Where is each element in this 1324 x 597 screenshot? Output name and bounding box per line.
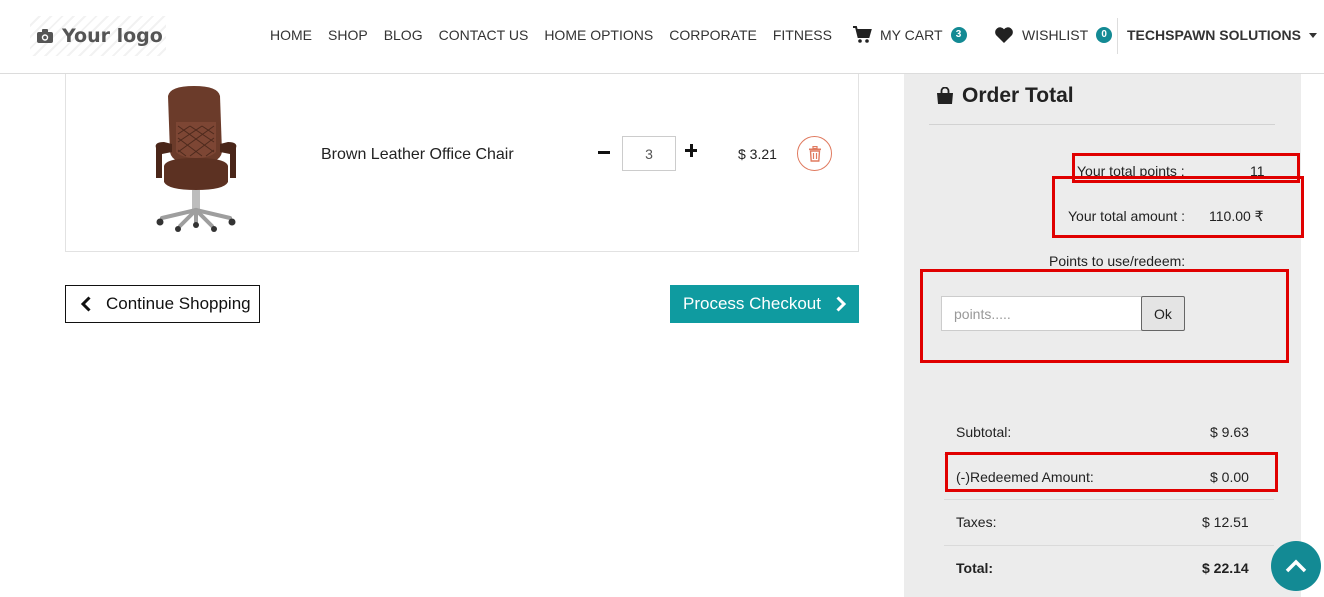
product-name[interactable]: Brown Leather Office Chair: [321, 146, 514, 164]
logo-text: Your logo: [62, 25, 163, 47]
order-total-title: Order Total: [962, 84, 1074, 107]
product-image[interactable]: [150, 82, 242, 232]
nav-item-fitness[interactable]: FITNESS: [773, 27, 832, 43]
title-divider: [929, 124, 1275, 125]
header-divider: [1117, 18, 1118, 54]
nav-item-home-options[interactable]: HOME OPTIONS: [544, 27, 653, 43]
main-nav: HOME SHOP BLOG CONTACT US HOME OPTIONS C…: [270, 27, 832, 43]
redeemed-amount-label: (-)Redeemed Amount:: [956, 469, 1094, 485]
cart-count-badge: 3: [950, 27, 967, 43]
wishlist-count-badge: 0: [1096, 27, 1113, 43]
account-menu[interactable]: TECHSPAWN SOLUTIONS: [1127, 27, 1317, 43]
chevron-up-icon: [1285, 559, 1307, 573]
total-points-label: Your total points :: [1077, 163, 1185, 179]
remove-item-button[interactable]: [797, 136, 832, 171]
cart-item-row: Brown Leather Office Chair $ 3.21: [65, 74, 859, 252]
trash-icon: [808, 145, 821, 162]
subtotal-label: Subtotal:: [956, 424, 1012, 440]
my-cart-link[interactable]: MY CART 3: [852, 26, 967, 44]
continue-shopping-button[interactable]: Continue Shopping: [65, 285, 260, 323]
total-value: $ 22.14: [1202, 560, 1249, 576]
camera-icon: [37, 29, 53, 43]
chevron-left-icon: [80, 296, 91, 312]
site-logo[interactable]: Your logo: [30, 16, 166, 56]
heart-icon: [995, 27, 1013, 43]
chevron-down-icon: [1308, 32, 1317, 38]
nav-item-contact-us[interactable]: CONTACT US: [439, 27, 529, 43]
site-header: Your logo HOME SHOP BLOG CONTACT US HOME…: [0, 0, 1324, 74]
total-points-value: 11: [1250, 163, 1265, 179]
order-total-panel: Order Total Your total points : 11 Your …: [904, 74, 1301, 597]
nav-item-blog[interactable]: BLOG: [384, 27, 423, 43]
subtotal-divider: [944, 454, 1274, 455]
nav-item-home[interactable]: HOME: [270, 27, 312, 43]
redeemed-amount-value: $ 0.00: [1210, 469, 1249, 485]
nav-item-corporate[interactable]: CORPORATE: [669, 27, 757, 43]
cart-label: MY CART: [880, 27, 943, 43]
wishlist-label: WISHLIST: [1022, 27, 1089, 43]
wishlist-link[interactable]: WISHLIST 0: [994, 26, 1113, 44]
total-amount-label: Your total amount :: [1068, 208, 1186, 224]
cart-icon: [853, 26, 872, 43]
continue-shopping-label: Continue Shopping: [106, 294, 251, 313]
shopping-bag-icon: [937, 87, 953, 104]
order-total-heading: Order Total: [936, 84, 1074, 108]
process-checkout-label: Process Checkout: [683, 294, 821, 313]
redeem-points-input[interactable]: [941, 296, 1142, 331]
product-price: $ 3.21: [738, 146, 777, 162]
taxes-value: $ 12.51: [1202, 514, 1249, 530]
taxes-divider: [944, 545, 1274, 546]
process-checkout-button[interactable]: Process Checkout: [670, 285, 859, 323]
redeem-points-label: Points to use/redeem:: [1049, 253, 1186, 269]
scroll-to-top-button[interactable]: [1271, 541, 1321, 591]
taxes-label: Taxes:: [956, 514, 997, 530]
nav-item-shop[interactable]: SHOP: [328, 27, 368, 43]
subtotal-value: $ 9.63: [1210, 424, 1249, 440]
quantity-decrease-button[interactable]: [596, 142, 612, 162]
redeemed-divider: [944, 499, 1274, 500]
total-label: Total:: [956, 560, 994, 576]
quantity-input[interactable]: [622, 136, 676, 171]
redeem-ok-button[interactable]: Ok: [1141, 296, 1185, 331]
quantity-increase-button[interactable]: [685, 144, 699, 158]
chevron-right-icon: [836, 296, 847, 312]
account-name: TECHSPAWN SOLUTIONS: [1127, 27, 1301, 43]
total-amount-value: 110.00 ₹: [1209, 208, 1264, 224]
